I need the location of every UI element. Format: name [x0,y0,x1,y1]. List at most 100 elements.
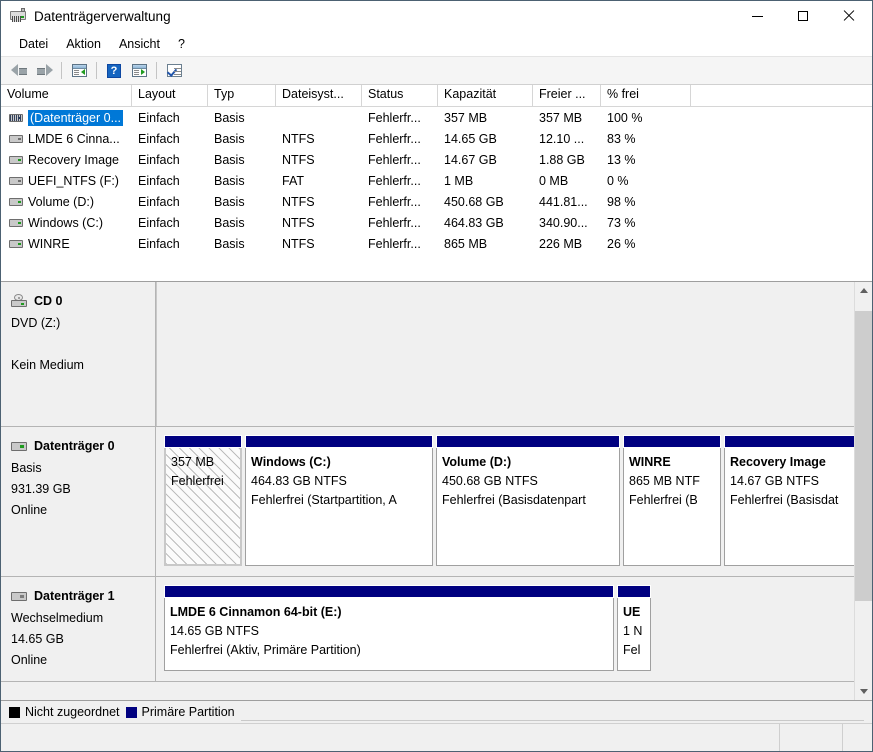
cell-kapazitaet: 14.65 GB [444,131,497,146]
disk-meta-line [11,334,155,355]
graphical-view-scrollbar[interactable] [854,282,872,700]
cell-freier: 1.88 GB [539,152,585,167]
show-action-pane-icon [131,64,147,77]
show-hide-console-tree-icon [71,64,87,77]
volume-name: Volume (D:) [28,194,94,209]
disk-meta-line: DVD (Z:) [11,316,61,330]
scrollbar-track[interactable] [855,299,872,683]
cell-kapazitaet: 14.67 GB [444,152,497,167]
cell-typ: Basis [214,152,245,167]
column-header-prozent_frei[interactable]: % frei [601,85,691,106]
drive-icon [9,218,23,227]
disk-meta-line: Kein Medium [11,358,84,372]
back-button[interactable] [7,60,31,82]
close-button[interactable] [826,1,872,31]
menu-item-ansicht[interactable]: Ansicht [110,34,169,54]
table-row[interactable]: (Datenträger 0... Einfach Basis Fehlerfr...… [1,107,872,128]
partition-area: LMDE 6 Cinnamon 64-bit (E:) 14.65 GB NTFS… [156,577,854,681]
menu-item-aktion[interactable]: Aktion [57,34,110,54]
legend: Nicht zugeordnet Primäre Partition [1,700,872,723]
partition-details: Volume (D:) 450.68 GB NTFS Fehlerfrei (Bas… [436,448,620,566]
table-row[interactable]: Volume (D:) Einfach Basis NTFS Fehlerfr... 45… [1,191,872,212]
column-header-freier[interactable]: Freier ... [533,85,601,106]
disk-info-disk1[interactable]: Datenträger 1 Wechselmedium 14.65 GB Online [1,577,156,681]
scroll-down-button[interactable] [855,683,872,700]
legend-label-unallocated: Nicht zugeordnet [25,705,120,719]
column-header-layout[interactable]: Layout [132,85,208,106]
table-row[interactable]: Recovery Image Einfach Basis NTFS Fehlerfr..… [1,149,872,170]
cell-kapazitaet: 357 MB [444,110,488,125]
cell-prozent_frei: 98 % [607,194,636,209]
drive-icon-grey [9,134,23,143]
partition[interactable]: WINRE 865 MB NTF Fehlerfrei (B [623,435,721,566]
drive-icon [9,239,23,248]
partition[interactable]: LMDE 6 Cinnamon 64-bit (E:) 14.65 GB NTFS… [164,585,614,671]
cell-typ: Basis [214,110,245,125]
column-header-dateisystem[interactable]: Dateisyst... [276,85,362,106]
cell-typ: Basis [214,194,245,209]
table-row[interactable]: UEFI_NTFS (F:) Einfach Basis FAT Fehlerfr...… [1,170,872,191]
partition[interactable]: UE 1 N Fel [617,585,651,671]
scrollbar-thumb[interactable] [855,311,872,601]
table-row[interactable]: LMDE 6 Cinna... Einfach Basis NTFS Fehlerfr.… [1,128,872,149]
help-button[interactable]: ? [102,60,126,82]
toolbar: ? [1,57,872,85]
partition[interactable]: 357 MB Fehlerfrei [164,435,242,566]
drive-icon [9,155,23,164]
show-hide-console-tree-button[interactable] [67,60,91,82]
maximize-button[interactable] [780,1,826,31]
cell-kapazitaet: 1 MB [444,173,474,188]
window-title: Datenträgerverwaltung [34,8,171,24]
legend-label-primary: Primäre Partition [141,705,235,719]
cell-dateisystem: NTFS [282,194,315,209]
disk-empty-area [156,282,854,426]
properties-button[interactable] [162,60,186,82]
partition-details: 357 MB Fehlerfrei [164,448,242,566]
disk-info-disk0[interactable]: Datenträger 0 Basis 931.39 GB Online [1,427,156,576]
partition-color-bar [617,585,651,598]
cell-freier: 226 MB [539,236,583,251]
disk-meta-line: Basis [11,461,42,475]
drive-icon-grey [9,176,23,185]
cell-status: Fehlerfr... [368,194,421,209]
menu-item-help[interactable]: ? [169,34,194,54]
partition-size: 464.83 GB NTFS [251,474,347,488]
partition-area: 357 MB Fehlerfrei Windows (C:) 464.83 GB NT… [156,427,854,576]
partition-size: 450.68 GB NTFS [442,474,538,488]
disk-meta-line: Online [11,653,48,667]
column-header-typ[interactable]: Typ [208,85,276,106]
column-header-status[interactable]: Status [362,85,438,106]
disk-info-cd0[interactable]: CD 0 DVD (Z:) Kein Medium [1,282,156,426]
partition[interactable]: Windows (C:) 464.83 GB NTFS Fehlerfrei (St… [245,435,433,566]
cell-freier: 357 MB [539,110,583,125]
cell-volume: Windows (C:) [1,216,132,230]
cell-typ: Basis [214,236,245,251]
cell-prozent_frei: 13 % [607,152,636,167]
column-header-volume[interactable]: Volume [1,85,132,106]
cell-volume: WINRE [1,237,132,251]
menu-item-datei[interactable]: Datei [10,34,57,54]
disk-name: Datenträger 0 [34,439,115,453]
partition[interactable]: Volume (D:) 450.68 GB NTFS Fehlerfrei (Bas… [436,435,620,566]
cell-kapazitaet: 450.68 GB [444,194,504,209]
cell-dateisystem: NTFS [282,215,315,230]
volume-list: Volume Layout Typ Dateisyst... Status Kapazit… [1,85,872,282]
partition-name: WINRE [629,455,671,469]
minimize-button[interactable] [734,1,780,31]
partition-color-bar [164,435,242,448]
cell-layout: Einfach [138,215,180,230]
legend-item-primary: Primäre Partition [125,705,235,719]
properties-icon [166,64,182,77]
show-action-pane-button[interactable] [127,60,151,82]
table-row[interactable]: WINRE Einfach Basis NTFS Fehlerfr... 865 MB 22… [1,233,872,254]
partition-status: Fehlerfrei (B [629,493,698,507]
cell-typ: Basis [214,215,245,230]
forward-button[interactable] [32,60,56,82]
column-header-filler[interactable] [691,85,872,106]
scroll-up-button[interactable] [855,282,872,299]
partition[interactable]: Recovery Image 14.67 GB NTFS Fehlerfrei (B… [724,435,854,566]
cell-freier: 0 MB [539,173,569,188]
table-row[interactable]: Windows (C:) Einfach Basis NTFS Fehlerfr... 4… [1,212,872,233]
toolbar-separator [61,62,62,79]
column-header-kapazitaet[interactable]: Kapazität [438,85,533,106]
